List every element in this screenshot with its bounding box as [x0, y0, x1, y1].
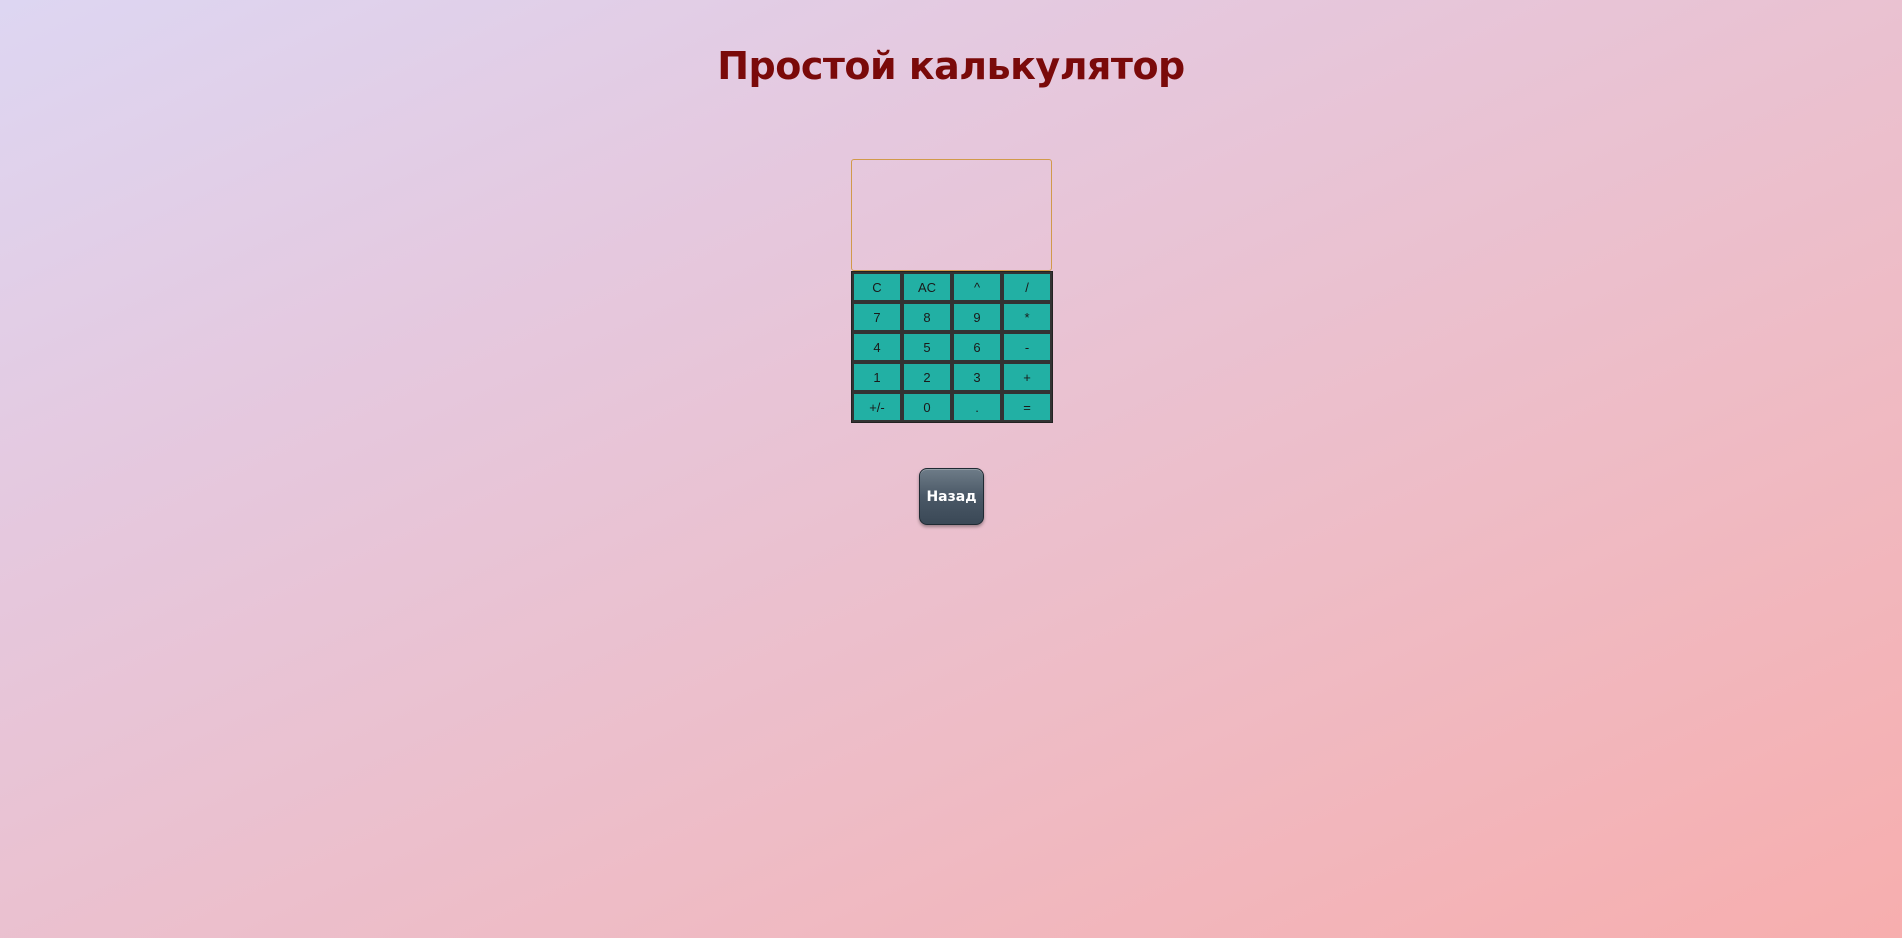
key-0[interactable]: 0 — [902, 392, 952, 422]
back-button[interactable]: Назад — [919, 468, 984, 525]
key-multiply[interactable]: * — [1002, 302, 1052, 332]
key-2[interactable]: 2 — [902, 362, 952, 392]
key-clear[interactable]: C — [852, 272, 902, 302]
calculator: C AC ^ / 7 8 9 * 4 5 6 - 1 2 3 + +/- 0 .… — [851, 159, 1053, 423]
key-add[interactable]: + — [1002, 362, 1052, 392]
page-title: Простой калькулятор — [717, 44, 1185, 88]
key-1[interactable]: 1 — [852, 362, 902, 392]
key-all-clear[interactable]: AC — [902, 272, 952, 302]
key-equals[interactable]: = — [1002, 392, 1052, 422]
key-5[interactable]: 5 — [902, 332, 952, 362]
key-8[interactable]: 8 — [902, 302, 952, 332]
key-subtract[interactable]: - — [1002, 332, 1052, 362]
key-4[interactable]: 4 — [852, 332, 902, 362]
key-power[interactable]: ^ — [952, 272, 1002, 302]
key-decimal[interactable]: . — [952, 392, 1002, 422]
key-divide[interactable]: / — [1002, 272, 1052, 302]
key-6[interactable]: 6 — [952, 332, 1002, 362]
key-7[interactable]: 7 — [852, 302, 902, 332]
key-negate[interactable]: +/- — [852, 392, 902, 422]
key-3[interactable]: 3 — [952, 362, 1002, 392]
key-9[interactable]: 9 — [952, 302, 1002, 332]
calculator-keypad: C AC ^ / 7 8 9 * 4 5 6 - 1 2 3 + +/- 0 .… — [851, 271, 1053, 423]
calculator-display[interactable] — [851, 159, 1052, 271]
